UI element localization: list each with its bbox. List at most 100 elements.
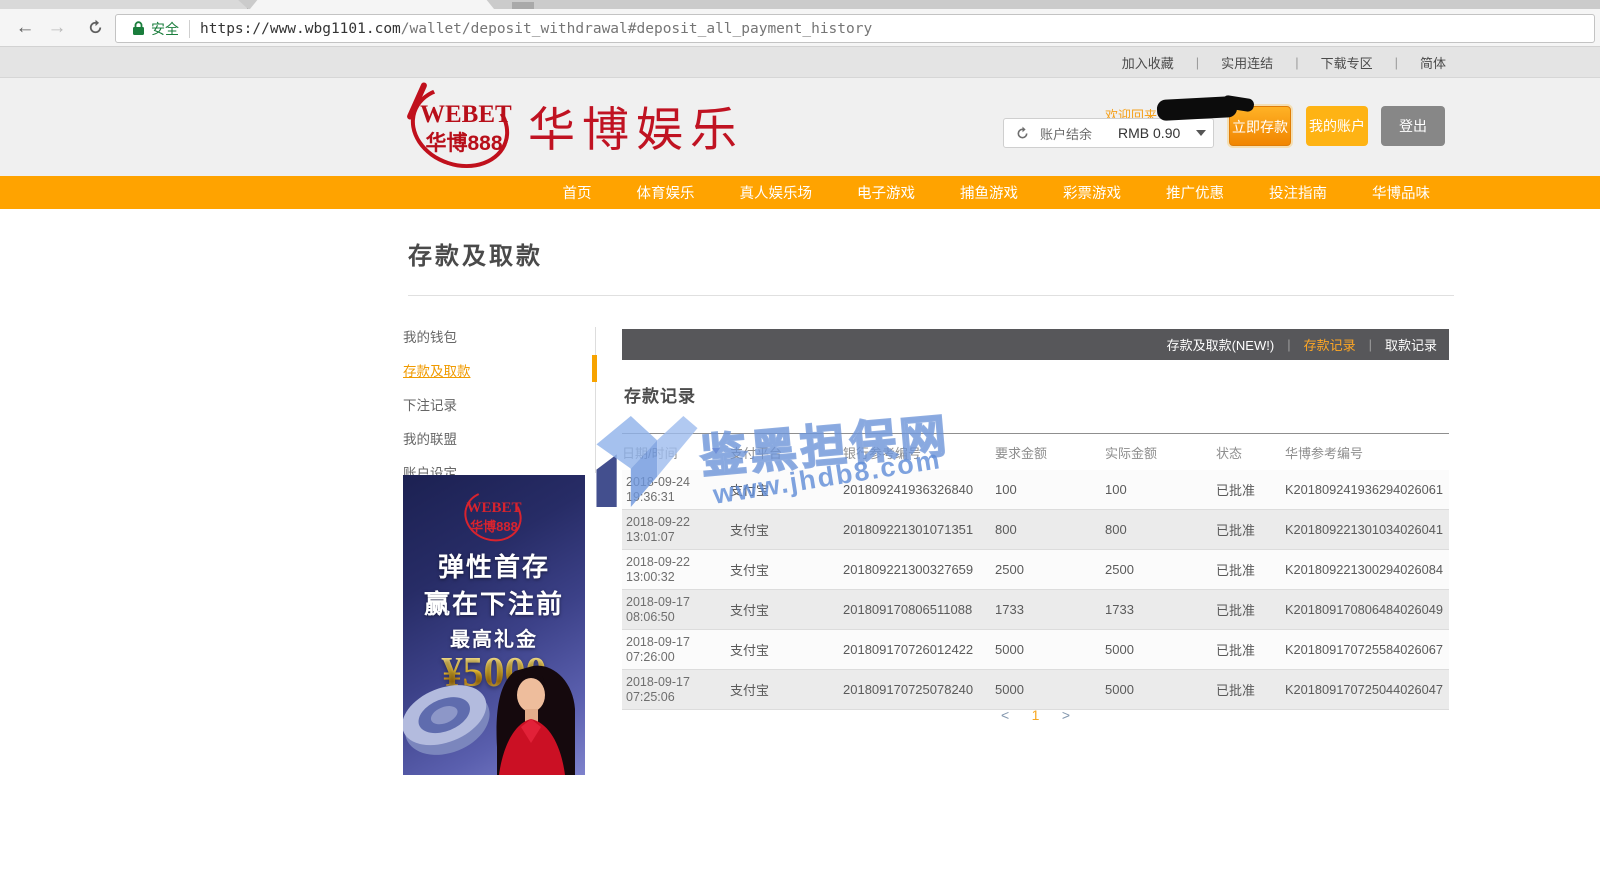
cell-platform: 支付宝: [730, 680, 843, 699]
cell-platform: 支付宝: [730, 600, 843, 619]
cell-status: 已批准: [1216, 560, 1285, 579]
cell-platform: 支付宝: [730, 560, 843, 579]
cell-actual-amount: 5000: [1105, 682, 1216, 697]
column-header: 华博参考编号: [1285, 443, 1449, 462]
column-header: 要求金额: [995, 443, 1105, 462]
cell-actual-amount: 100: [1105, 482, 1216, 497]
browser-tab-inactive[interactable]: [0, 0, 248, 9]
pagination-prev[interactable]: <: [1001, 707, 1009, 723]
column-header: 实际金额: [1105, 443, 1216, 462]
record-tabs-bar: 存款及取款(NEW!)| 存款记录| 取款记录|: [622, 329, 1449, 360]
url-domain: https://www.wbg1101.com: [200, 21, 401, 37]
cell-request-amount: 2500: [995, 562, 1105, 577]
my-account-button[interactable]: 我的账户: [1306, 106, 1368, 146]
cell-webet-ref: K201809170725584026067: [1285, 642, 1449, 657]
nav-item[interactable]: 捕鱼游戏: [960, 182, 1018, 203]
main-nav: 首页 体育娱乐 真人娱乐场 电子游戏 捕鱼游戏 彩票游戏 推广优惠 投注指南 华…: [0, 176, 1600, 209]
sidebar-item[interactable]: 下注记录: [403, 394, 583, 414]
cell-webet-ref: K201809170806484026049: [1285, 602, 1449, 617]
table-row: 2018-09-2213:00:32 支付宝 20180922130032765…: [622, 550, 1449, 590]
banner-logo-huabo: 华博888: [459, 516, 529, 535]
nav-item[interactable]: 电子游戏: [857, 182, 915, 203]
cell-platform: 支付宝: [730, 520, 843, 539]
site-name: 华博娱乐: [528, 91, 744, 160]
balance-box: 账户结余 RMB 0.90: [1003, 118, 1214, 148]
tab-separator: |: [1369, 337, 1372, 352]
deposit-now-button[interactable]: 立即存款: [1229, 106, 1291, 146]
cell-actual-amount: 800: [1105, 522, 1216, 537]
utility-link[interactable]: 简体|: [1420, 53, 1446, 72]
record-tab[interactable]: 存款及取款(NEW!)|: [1167, 335, 1304, 354]
table-row: 2018-09-1707:25:06 支付宝 20180917072507824…: [622, 670, 1449, 710]
poker-chip-icon: [403, 674, 499, 767]
browser-tab-favicon: [512, 2, 534, 9]
tab-separator: |: [1287, 337, 1290, 352]
cell-bank-ref: 201809170725078240: [843, 682, 995, 697]
cell-webet-ref: K201809221301034026041: [1285, 522, 1449, 537]
utility-separator: |: [1395, 55, 1398, 70]
table-row: 2018-09-1708:06:50 支付宝 20180917080651108…: [622, 590, 1449, 630]
balance-dropdown-icon[interactable]: [1196, 130, 1206, 136]
nav-item[interactable]: 投注指南: [1269, 182, 1327, 203]
cell-request-amount: 5000: [995, 642, 1105, 657]
logo-webet-text: WEBET: [420, 101, 508, 129]
sidebar-item[interactable]: 我的钱包: [403, 326, 583, 346]
cell-status: 已批准: [1216, 640, 1285, 659]
site-logo[interactable]: WEBET 华博888 华博娱乐: [406, 83, 744, 171]
url-bar[interactable]: 安全 https://www.wbg1101.com/wallet/deposi…: [115, 14, 1595, 43]
back-icon[interactable]: ←: [12, 15, 38, 41]
logout-button[interactable]: 登出: [1381, 106, 1445, 146]
cell-status: 已批准: [1216, 600, 1285, 619]
record-tab[interactable]: 取款记录|: [1385, 335, 1437, 354]
title-divider: [408, 295, 1454, 296]
banner-line1: 弹性首存: [403, 547, 585, 584]
browser-toolbar: ← → 安全 https://www.wbg1101.com/wallet/de…: [0, 9, 1600, 47]
nav-item[interactable]: 彩票游戏: [1063, 182, 1121, 203]
utility-link[interactable]: 下载专区|: [1321, 53, 1420, 72]
table-row: 2018-09-2419:36:31 支付宝 20180924193632684…: [622, 470, 1449, 510]
lock-icon: [132, 21, 145, 36]
record-tab[interactable]: 存款记录|: [1304, 335, 1385, 354]
promo-banner[interactable]: WEBET 华博888 弹性首存 赢在下注前 最高礼金 ¥5000: [403, 475, 585, 775]
cell-bank-ref: 201809221300327659: [843, 562, 995, 577]
webet-logo-mark: WEBET 华博888: [406, 83, 518, 171]
browser-chrome: ← → 安全 https://www.wbg1101.com/wallet/de…: [0, 0, 1600, 47]
utility-bar: 加入收藏| 实用连结| 下载专区| 简体|: [0, 47, 1600, 78]
nav-item[interactable]: 首页: [563, 182, 592, 203]
table-header-row: 日期/时间 支付平台 银行参考编号 要求金额 实际金额 状态 华博参考编号: [622, 433, 1449, 470]
cell-actual-amount: 2500: [1105, 562, 1216, 577]
refresh-icon[interactable]: [82, 15, 108, 41]
banner-line3: 最高礼金: [403, 623, 585, 652]
page-content: 存款及取款 我的钱包 存款及取款 下注记录 我的联盟 账户设定 存款及取款(NE…: [0, 209, 1600, 896]
sidebar-item[interactable]: 存款及取款: [403, 360, 583, 380]
cell-actual-amount: 5000: [1105, 642, 1216, 657]
balance-label: 账户结余: [1040, 124, 1092, 143]
sort-caret-icon[interactable]: [712, 448, 720, 454]
nav-item[interactable]: 真人娱乐场: [740, 182, 813, 203]
sidebar-divider: [595, 327, 596, 473]
table-row: 2018-09-2213:01:07 支付宝 20180922130107135…: [622, 510, 1449, 550]
cell-datetime: 2018-09-2213:00:32: [622, 555, 730, 585]
balance-refresh-icon[interactable]: [1015, 126, 1030, 141]
cell-webet-ref: K201809241936294026061: [1285, 482, 1449, 497]
pagination-page-1[interactable]: 1: [1032, 707, 1040, 723]
cell-request-amount: 5000: [995, 682, 1105, 697]
pagination-next[interactable]: >: [1062, 707, 1070, 723]
cell-bank-ref: 201809221301071351: [843, 522, 995, 537]
table-body: 2018-09-2419:36:31 支付宝 20180924193632684…: [622, 470, 1449, 710]
utility-link[interactable]: 实用连结|: [1221, 53, 1320, 72]
browser-tab-active[interactable]: [250, 0, 494, 9]
nav-item[interactable]: 华博品味: [1372, 182, 1430, 203]
cell-platform: 支付宝: [730, 480, 843, 499]
nav-item[interactable]: 推广优惠: [1166, 182, 1224, 203]
omnibox-separator: [189, 20, 190, 38]
url-text[interactable]: https://www.wbg1101.com/wallet/deposit_w…: [200, 21, 872, 37]
balance-value: RMB 0.90: [1118, 125, 1180, 141]
cell-status: 已批准: [1216, 480, 1285, 499]
sidebar-item[interactable]: 我的联盟: [403, 428, 583, 448]
wallet-sidebar: 我的钱包 存款及取款 下注记录 我的联盟 账户设定: [403, 326, 583, 496]
nav-item[interactable]: 体育娱乐: [637, 182, 695, 203]
cell-datetime: 2018-09-2213:01:07: [622, 515, 730, 545]
utility-link[interactable]: 加入收藏|: [1122, 53, 1221, 72]
cell-bank-ref: 201809241936326840: [843, 482, 995, 497]
